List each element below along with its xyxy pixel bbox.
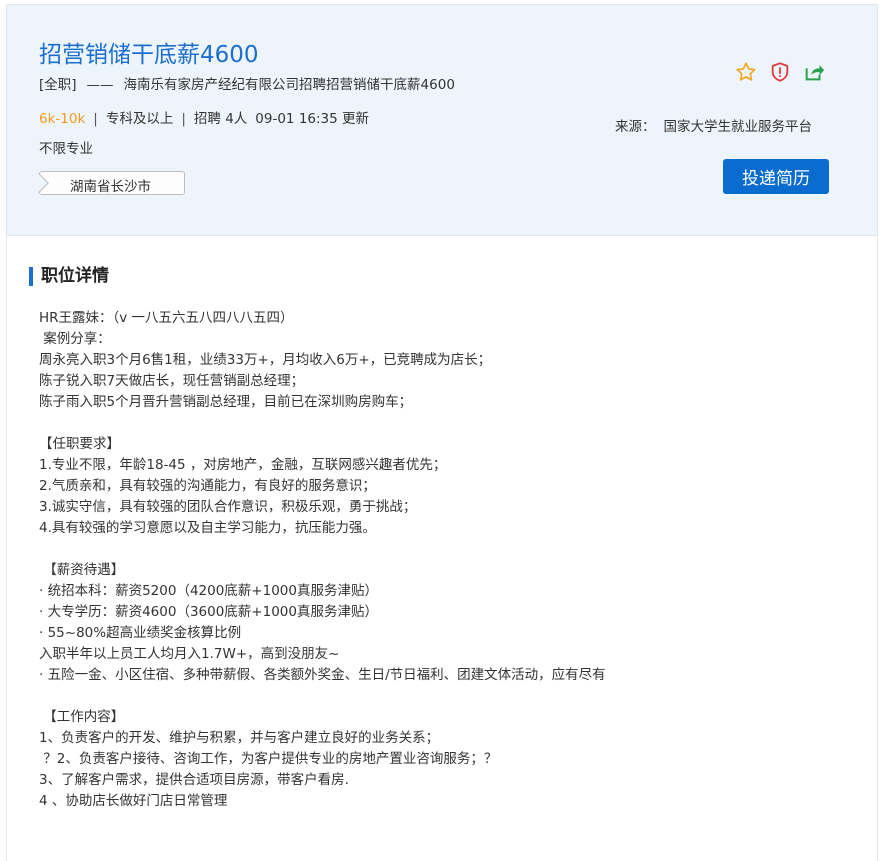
tag-notch	[29, 173, 49, 193]
update-time: 09-01 16:35 更新	[255, 111, 370, 127]
action-icons	[735, 59, 825, 85]
description-line: 3、了解客户需求，提供合适项目房源，带客户看房.	[39, 772, 349, 788]
description-line: · 55~80%超高业绩奖金核算比例	[39, 625, 242, 641]
location-text: 湖南省长沙市	[70, 179, 151, 195]
description-line: 【薪资待遇】	[39, 562, 125, 578]
description-line: 【任职要求】	[39, 436, 120, 452]
report-shield-icon[interactable]	[769, 61, 791, 83]
job-header-card: 招营销储干底薪4600 [全职] —— 海南乐有家房产经纪有限公司招聘招营销储干底薪…	[6, 4, 878, 236]
description-line: · 五险一金、小区住宿、多种带薪假、各类额外奖金、生日/节日福利、团建文体活动，…	[39, 667, 606, 683]
job-type: [全职]	[39, 77, 77, 93]
description-line	[39, 686, 606, 707]
description-line: 陈子锐入职7天做店长，现任营销副总经理；	[39, 373, 305, 389]
job-details-section: 职位详情 HR王露妹：（v 一八五六五八四八八五四） 案例分享： 周永亮入职3个月…	[6, 236, 878, 861]
description-line: 入职半年以上员工人均月入1.7W+，高到没朋友~	[39, 646, 340, 662]
section-heading: 职位详情	[29, 267, 109, 286]
separator: |	[181, 111, 186, 127]
description-line: 3.诚实守信，具有较强的团队合作意识，积极乐观，勇于挑战；	[39, 499, 417, 515]
education: 专科及以上	[105, 111, 174, 127]
headcount: 招聘 4人	[193, 111, 248, 127]
description-line	[39, 539, 606, 560]
major: 不限专业	[39, 141, 93, 157]
description-line: · 统招本科：薪资5200（4200底薪+1000真服务津贴）	[39, 583, 378, 599]
separator: |	[93, 111, 98, 127]
description-line: 4 、协助店长做好门店日常管理	[39, 793, 228, 809]
description-line: · 大专学历：薪资4600（3600底薪+1000真服务津贴）	[39, 604, 378, 620]
description-line: 陈子雨入职5个月晋升营销副总经理，目前已在深圳购房购车；	[39, 394, 413, 410]
source-value: 国家大学生就业服务平台	[663, 119, 813, 135]
share-icon[interactable]	[803, 61, 825, 83]
dash: ——	[86, 77, 114, 93]
description-line: 1、负责客户的开发、维护与积累，并与客户建立良好的业务关系；	[39, 730, 440, 746]
description-line: HR王露妹：（v 一八五六五八四八八五四）	[39, 310, 294, 326]
job-description: HR王露妹：（v 一八五六五八四八八五四） 案例分享： 周永亮入职3个月6售1租，…	[39, 308, 606, 812]
description-line: 1.专业不限，年龄18-45 ，对房地产，金融，互联网感兴趣者优先；	[39, 457, 447, 473]
star-icon[interactable]	[735, 61, 757, 83]
description-line: 【工作内容】	[39, 709, 125, 725]
salary: 6k-10k	[39, 111, 86, 127]
description-line	[39, 413, 606, 434]
company-line: [全职] —— 海南乐有家房产经纪有限公司招聘招营销储干底薪4600	[39, 73, 455, 93]
description-line: 周永亮入职3个月6售1租，业绩33万+，月均收入6万+，已竞聘成为店长；	[39, 352, 492, 368]
job-title: 招营销储干底薪4600	[39, 42, 259, 68]
description-line: 4.具有较强的学习意愿以及自主学习能力，抗压能力强。	[39, 520, 376, 536]
description-line: 2.气质亲和，具有较强的沟通能力，有良好的服务意识；	[39, 478, 376, 494]
job-meta: 6k-10k | 专科及以上 | 招聘 4人 09-01 16:35 更新	[39, 107, 369, 127]
apply-button[interactable]: 投递简历	[723, 159, 829, 194]
description-line: 案例分享：	[39, 331, 111, 347]
source-line: 来源： 国家大学生就业服务平台	[615, 115, 812, 135]
source-label: 来源：	[615, 119, 656, 135]
company-link[interactable]: 海南乐有家房产经纪有限公司招聘招营销储干底薪4600	[124, 77, 455, 93]
location-tag: 湖南省长沙市	[29, 171, 185, 195]
description-line: ？2、负责客户接待、咨询工作，为客户提供专业的房地产置业咨询服务；？	[39, 751, 498, 767]
